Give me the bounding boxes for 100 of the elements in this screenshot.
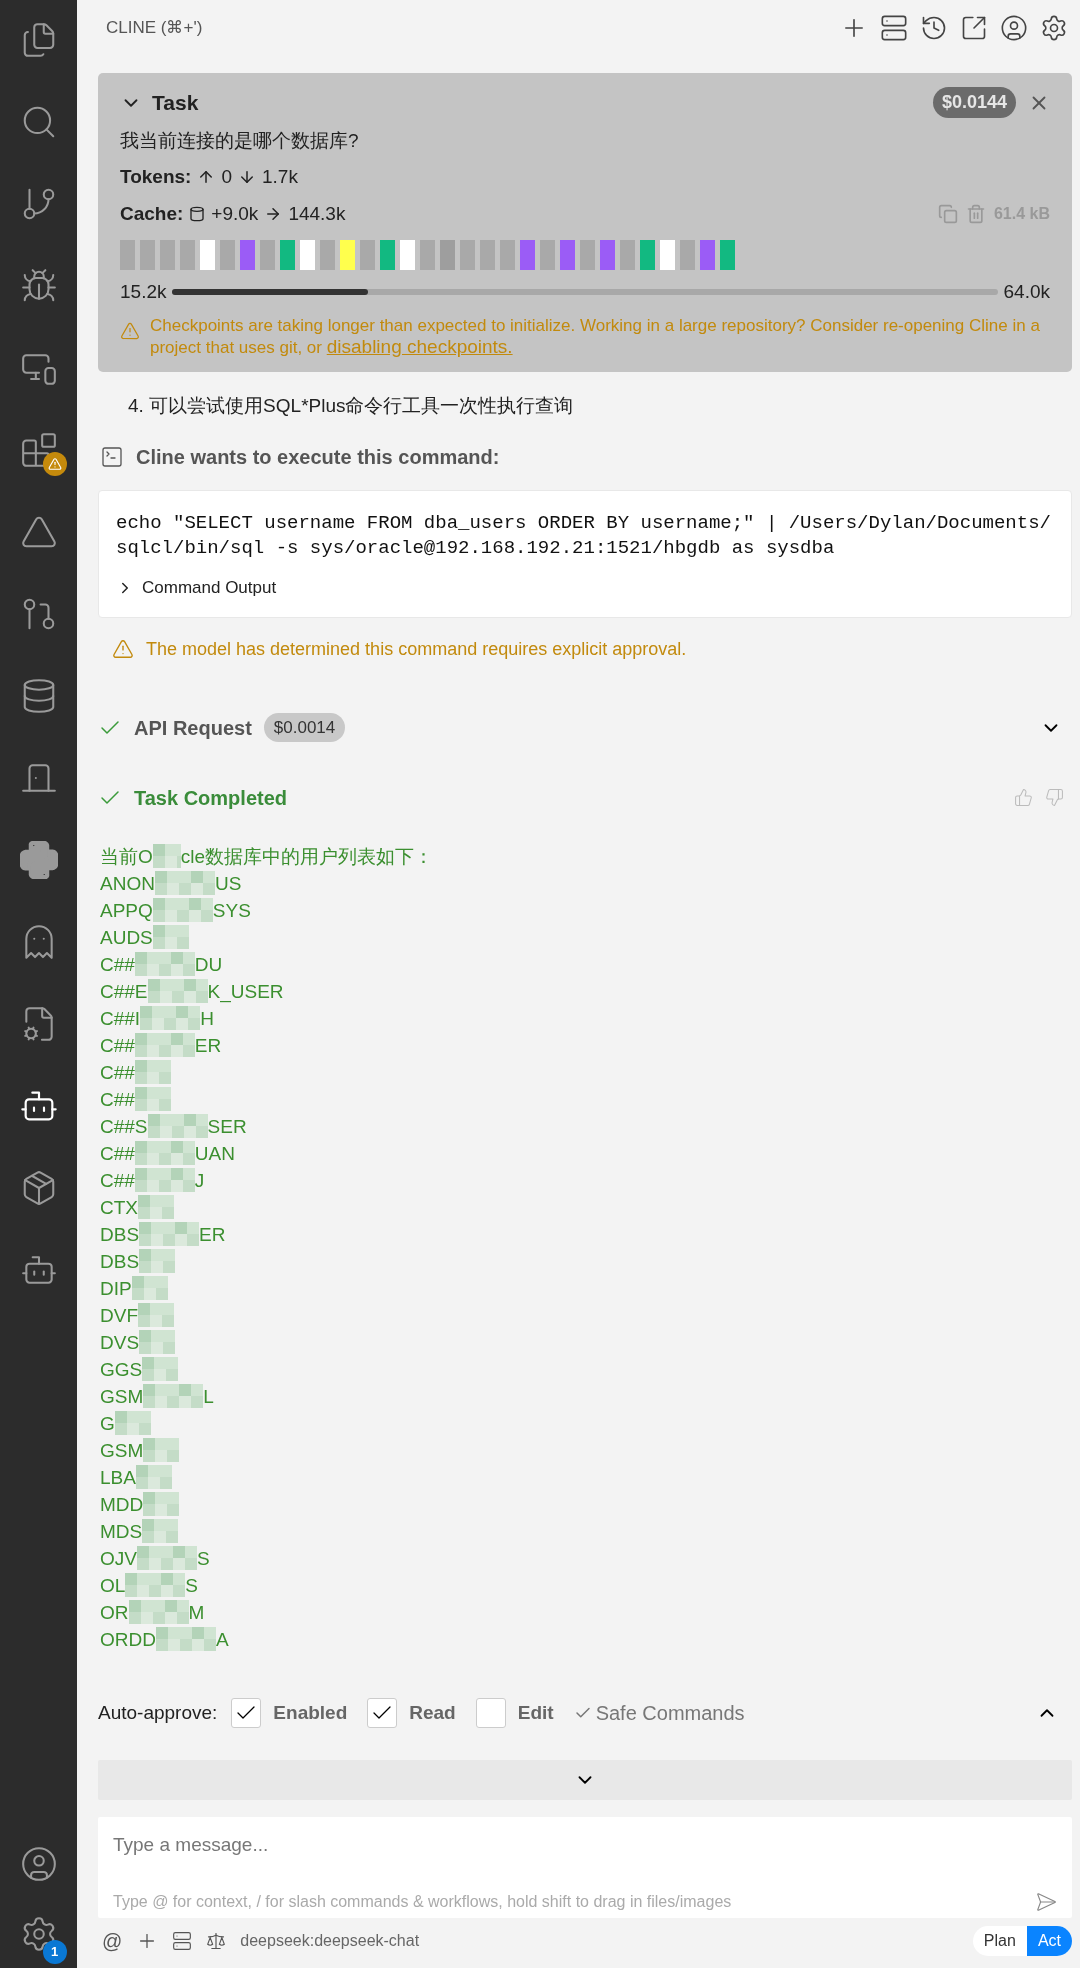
user-name: UAN bbox=[194, 1141, 235, 1166]
pixelated-blur-icon bbox=[131, 1276, 168, 1300]
user-name: OJV bbox=[100, 1546, 137, 1571]
pixelated-blur-icon bbox=[143, 1492, 180, 1516]
mode-toggle[interactable]: Plan bbox=[972, 1926, 1027, 1956]
server-icon[interactable] bbox=[880, 13, 908, 42]
user-name: ER bbox=[199, 1222, 226, 1247]
settings-icon[interactable] bbox=[1040, 13, 1068, 42]
server-icon[interactable] bbox=[172, 1931, 193, 1951]
checkbox[interactable] bbox=[367, 1698, 398, 1728]
user-name: G bbox=[100, 1411, 115, 1436]
user-name: C## bbox=[100, 1033, 135, 1058]
context-used: 15.2k bbox=[120, 280, 167, 304]
user-name: J bbox=[194, 1168, 205, 1193]
user-name: CTX bbox=[100, 1195, 138, 1220]
pixelated-blur-icon bbox=[142, 1519, 179, 1543]
checkbox[interactable] bbox=[475, 1698, 506, 1728]
result-heading: cle数据库中的用户列表如下： bbox=[180, 844, 434, 869]
user-name: APPQ bbox=[100, 898, 153, 923]
user-name: OR bbox=[100, 1600, 129, 1625]
thumbs-down-icon[interactable] bbox=[1045, 788, 1064, 807]
cache-write: +9.0k bbox=[211, 201, 259, 226]
account-icon[interactable] bbox=[1000, 13, 1028, 42]
pixelated-blur-icon bbox=[114, 1411, 151, 1435]
user-name: S bbox=[196, 1546, 210, 1571]
task-question: 我当前连接的是哪个数据库? bbox=[120, 128, 360, 153]
pixelated-blur-icon bbox=[134, 1060, 171, 1084]
pixelated-blur-icon bbox=[142, 1357, 179, 1381]
pixelated-blur-icon bbox=[139, 1249, 176, 1273]
user-name: LBA bbox=[100, 1465, 136, 1490]
mode-toggle[interactable]: Act bbox=[1026, 1926, 1072, 1956]
pixelated-blur-icon bbox=[143, 1384, 204, 1408]
command-output-toggle[interactable]: Command Output bbox=[116, 575, 277, 601]
pixelated-blur-icon bbox=[154, 871, 215, 895]
user-name: A bbox=[215, 1627, 229, 1652]
user-name: ANON bbox=[100, 871, 155, 896]
user-name: H bbox=[200, 1006, 214, 1031]
pixelated-blur-icon bbox=[134, 1141, 195, 1165]
pixelated-blur-icon bbox=[152, 898, 213, 922]
user-name: C## bbox=[100, 1168, 135, 1193]
pixelated-blur-icon bbox=[125, 1573, 186, 1597]
warning-icon bbox=[112, 638, 134, 660]
pixelated-blur-icon bbox=[147, 1114, 208, 1138]
user-name: SER bbox=[207, 1114, 247, 1139]
pixelated-blur-icon bbox=[134, 1168, 195, 1192]
user-name: C## bbox=[100, 952, 135, 977]
pixelated-blur-icon bbox=[139, 1330, 176, 1354]
pixelated-blur-icon bbox=[136, 1546, 197, 1570]
scale-icon[interactable] bbox=[206, 1931, 227, 1951]
user-name: DIP bbox=[100, 1276, 132, 1301]
warning-icon bbox=[120, 320, 140, 341]
notification-badge: 1 bbox=[42, 1940, 67, 1964]
user-name: K_USER bbox=[207, 979, 284, 1005]
pixelated-blur-icon bbox=[140, 1006, 201, 1030]
user-name: DBS bbox=[100, 1222, 140, 1247]
user-name: OL bbox=[100, 1573, 126, 1598]
user-name: DBS bbox=[100, 1249, 140, 1274]
task-title: Task bbox=[152, 90, 199, 116]
step-text: 4. 可以尝试使用SQL*Plus命令行工具一次性执行查询 bbox=[128, 393, 575, 418]
pixelated-blur-icon bbox=[134, 952, 195, 976]
user-name: C## bbox=[100, 1060, 135, 1085]
user-name: C## bbox=[100, 1141, 135, 1166]
pixelated-blur-icon bbox=[135, 1465, 172, 1489]
result-heading: 当前O bbox=[100, 844, 153, 869]
approval-warning: The model has determined this command requires explicit approval. bbox=[146, 637, 687, 661]
command-title: Cline wants to execute this command: bbox=[136, 445, 500, 470]
cache-label: Cache: bbox=[120, 201, 184, 226]
user-name: DVS bbox=[100, 1330, 140, 1355]
model-selector[interactable]: deepseek:deepseek-chat bbox=[240, 1929, 420, 1953]
tokens-in: 0 bbox=[221, 165, 232, 189]
context-max: 64.0k bbox=[1003, 280, 1050, 304]
panel-title: CLINE (⌘+') bbox=[106, 16, 203, 39]
input-hint: Type @ for context, / for slash commands & workflows, hold shift to drag in files/images bbox=[113, 1891, 732, 1912]
checkbox[interactable] bbox=[231, 1698, 262, 1728]
message-field[interactable]: Type a message... bbox=[113, 1831, 1057, 1860]
mention-button[interactable]: @ bbox=[102, 1926, 123, 1956]
send-icon[interactable] bbox=[1035, 1890, 1057, 1913]
terminal-icon bbox=[100, 445, 124, 469]
pixelated-blur-icon bbox=[134, 1087, 171, 1111]
cache-read: 144.3k bbox=[288, 201, 346, 226]
user-name: C##S bbox=[100, 1114, 148, 1139]
user-name: MDS bbox=[100, 1519, 143, 1544]
checkbox-label: Enabled bbox=[273, 1700, 348, 1725]
tokens-out: 1.7k bbox=[262, 165, 298, 189]
user-name: GGS bbox=[100, 1357, 143, 1382]
pixelated-blur-icon bbox=[138, 1195, 174, 1219]
user-name: ER bbox=[194, 1033, 222, 1058]
thumbs-up-icon[interactable] bbox=[1014, 788, 1033, 807]
checkpoint-warning: Checkpoints are taking longer than expected to initialize. Working in a large repository? Consider re-opening Cline in a project that uses git, or disabling checkpoints. bbox=[150, 314, 1041, 358]
user-name: C## bbox=[100, 1087, 135, 1112]
safe-commands-label: Safe Commands bbox=[595, 1701, 745, 1726]
auto-approve-label: Auto-approve: bbox=[98, 1700, 218, 1725]
command-code: echo "SELECT username FROM dba_users ORDER BY username;" | /Users/Dylan/Documents/sqlcl/bin/sql -s sys/oracle@192.168.192.21:1521/hbgdb as sysdba bbox=[116, 511, 1052, 561]
cost-badge: $0.0144 bbox=[932, 87, 1016, 119]
pixelated-blur-icon bbox=[152, 925, 189, 949]
tokens-label: Tokens: bbox=[120, 165, 192, 189]
pixelated-blur-icon bbox=[155, 1627, 216, 1651]
user-name: MDD bbox=[100, 1492, 144, 1517]
database-icon bbox=[189, 205, 206, 222]
pixelated-blur-icon bbox=[134, 1033, 195, 1057]
